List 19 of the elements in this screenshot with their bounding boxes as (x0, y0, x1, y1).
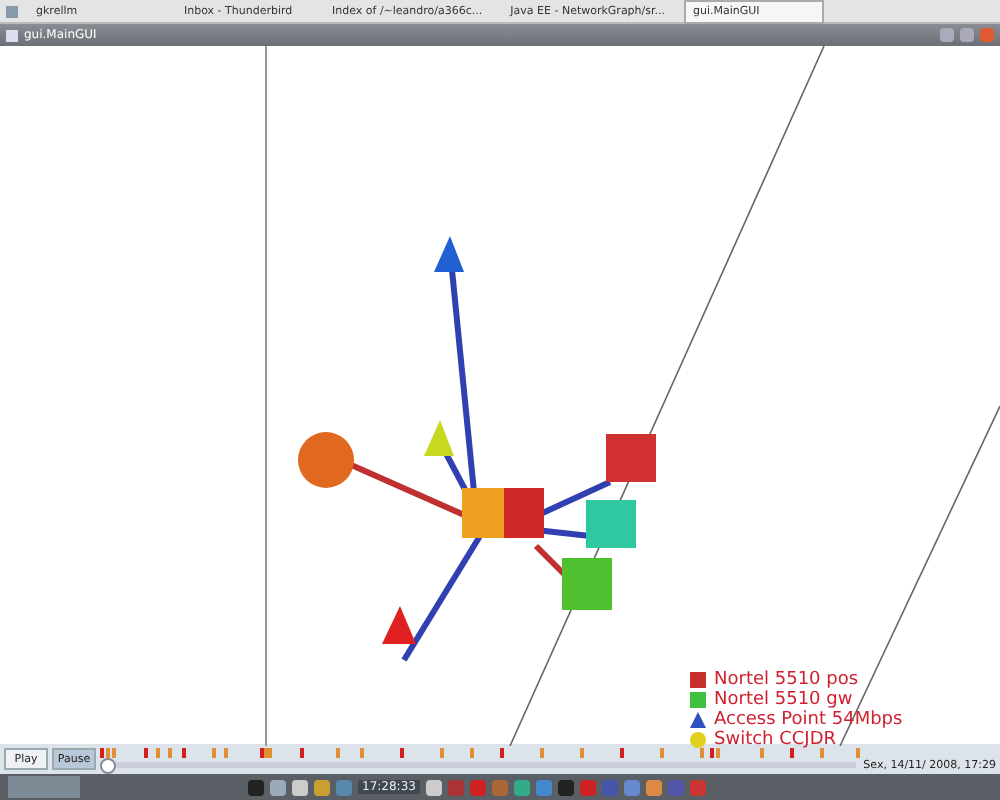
hub-cylinder (462, 488, 544, 538)
workspace-thumbnail[interactable] (8, 776, 80, 798)
legend-label: Switch CCJDR (714, 730, 837, 750)
cone-node (434, 236, 464, 272)
cube-node (606, 434, 656, 482)
window-icon (6, 29, 18, 41)
edge-line (401, 534, 483, 662)
cone-node (424, 420, 454, 456)
legend-label: Nortel 5510 pos (714, 670, 859, 690)
close-button[interactable] (980, 28, 994, 42)
cube-node (586, 500, 636, 548)
cube-node (562, 558, 612, 610)
cone-node (382, 606, 416, 644)
maximize-button[interactable] (960, 28, 974, 42)
minimize-button[interactable] (940, 28, 954, 42)
legend-label: Nortel 5510 gw (714, 690, 853, 710)
time-slider-thumb[interactable] (100, 758, 116, 774)
desktop-icon[interactable] (6, 5, 18, 17)
sphere-node (298, 432, 354, 488)
